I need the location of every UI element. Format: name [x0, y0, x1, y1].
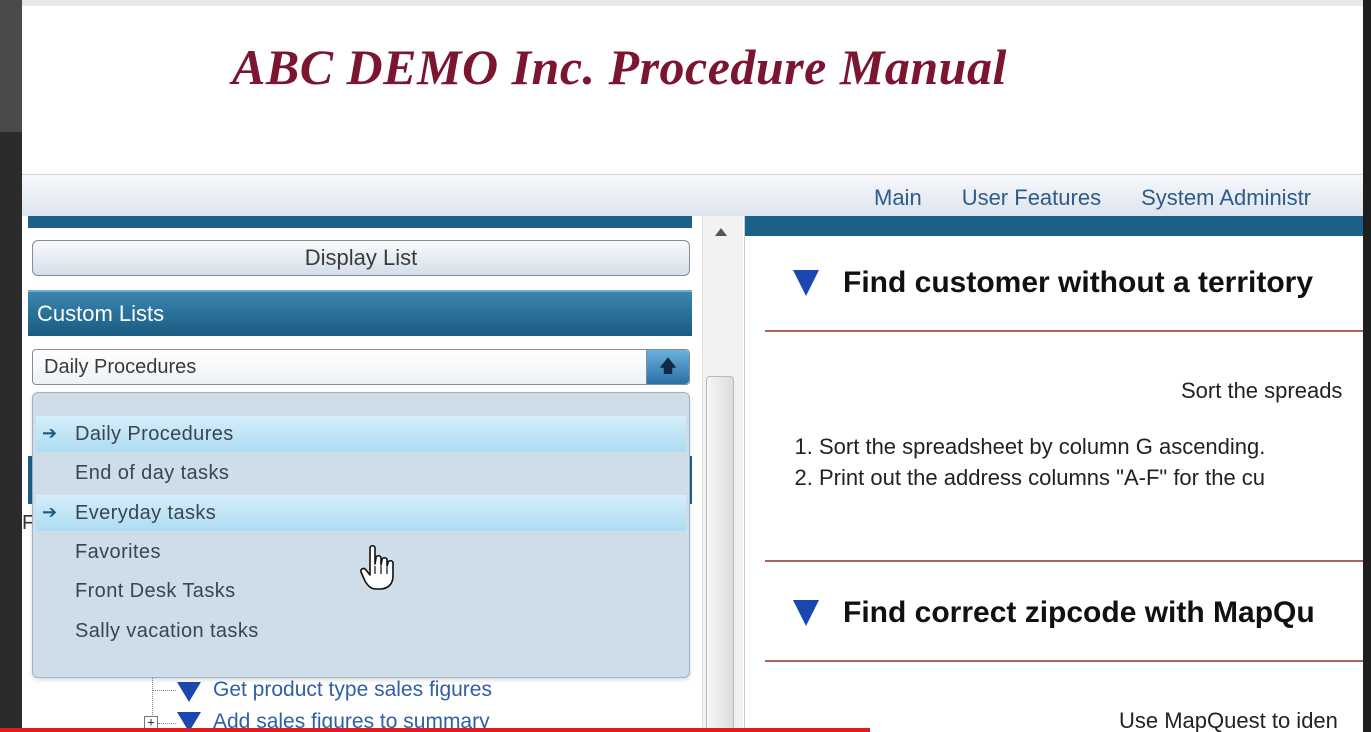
- tree-connector: [152, 690, 176, 691]
- procedure-intro: Sort the spreads: [1181, 378, 1343, 403]
- scroll-up-icon[interactable]: [715, 228, 727, 236]
- video-progress-bar: [0, 728, 870, 732]
- app-window: ABC DEMO Inc. Procedure Manual Main User…: [22, 6, 1363, 732]
- tree-connector: [152, 671, 153, 721]
- display-list-button[interactable]: Display List: [32, 240, 690, 276]
- nav-item-main[interactable]: Main: [874, 185, 922, 211]
- dropdown-item-label: Everyday tasks: [75, 502, 217, 524]
- divider: [765, 660, 1363, 662]
- right-panel: Find customer without a territory Sort t…: [744, 216, 1363, 732]
- triangle-down-icon: [177, 682, 201, 702]
- divider: [765, 330, 1363, 332]
- left-panel: Display List Custom Lists Daily Procedur…: [22, 216, 744, 732]
- procedure-step: Print out the address columns "A-F" for …: [819, 462, 1265, 493]
- arrow-up-icon[interactable]: 🡅: [646, 350, 689, 384]
- page-title: ABC DEMO Inc. Procedure Manual: [232, 39, 1007, 95]
- procedure-steps: Sort the spreadsheet by column G ascendi…: [793, 431, 1265, 493]
- custom-list-dropdown: ➔ Daily Procedures End of day tasks ➔ Ev…: [32, 392, 690, 678]
- page-header: ABC DEMO Inc. Procedure Manual: [22, 6, 1363, 174]
- triangle-down-icon[interactable]: [793, 270, 819, 296]
- section-bar: [28, 216, 692, 228]
- nav-item-user-features[interactable]: User Features: [962, 185, 1101, 211]
- dropdown-item-label: End of day tasks: [75, 462, 230, 484]
- procedure-title[interactable]: Find customer without a territory: [843, 266, 1313, 300]
- custom-lists-header: Custom Lists: [28, 290, 692, 336]
- section-bar: [745, 216, 1363, 236]
- dropdown-item-label: Favorites: [75, 541, 161, 563]
- dropdown-item-label: Sally vacation tasks: [75, 620, 259, 642]
- scroll-thumb[interactable]: [706, 376, 734, 732]
- triangle-down-icon[interactable]: [793, 600, 819, 626]
- nav-item-system-administration[interactable]: System Administr: [1141, 185, 1311, 211]
- dropdown-item-daily-procedures[interactable]: ➔ Daily Procedures: [36, 416, 686, 452]
- tree-item-get-product-type-sales[interactable]: Get product type sales figures: [213, 678, 492, 702]
- left-panel-scrollbar[interactable]: [702, 216, 743, 732]
- dropdown-item-sally-vacation-tasks[interactable]: Sally vacation tasks: [36, 613, 686, 649]
- divider: [765, 560, 1363, 562]
- arrow-right-icon: ➔: [42, 502, 58, 522]
- arrow-right-icon: ➔: [42, 423, 58, 443]
- dropdown-item-label: Front Desk Tasks: [75, 580, 236, 602]
- dropdown-item-label: Daily Procedures: [75, 423, 234, 445]
- dropdown-item-everyday-tasks[interactable]: ➔ Everyday tasks: [36, 495, 686, 531]
- top-nav: Main User Features System Administr: [22, 174, 1363, 217]
- hand-cursor-icon: [360, 544, 394, 590]
- procedure-step: Sort the spreadsheet by column G ascendi…: [819, 431, 1265, 462]
- procedure-title[interactable]: Find correct zipcode with MapQu: [843, 596, 1315, 630]
- custom-list-select[interactable]: Daily Procedures 🡅: [32, 349, 690, 385]
- nav-items: Main User Features System Administr: [874, 185, 1311, 211]
- custom-list-select-value: Daily Procedures: [44, 356, 197, 378]
- custom-lists-heading: Custom Lists: [37, 301, 165, 326]
- dropdown-item-end-of-day-tasks[interactable]: End of day tasks: [36, 455, 686, 491]
- window-frame-left-top: [0, 0, 22, 132]
- procedure-intro: Use MapQuest to iden: [1119, 708, 1338, 732]
- tree-connector: [158, 723, 176, 724]
- window-frame-right: [1363, 0, 1371, 732]
